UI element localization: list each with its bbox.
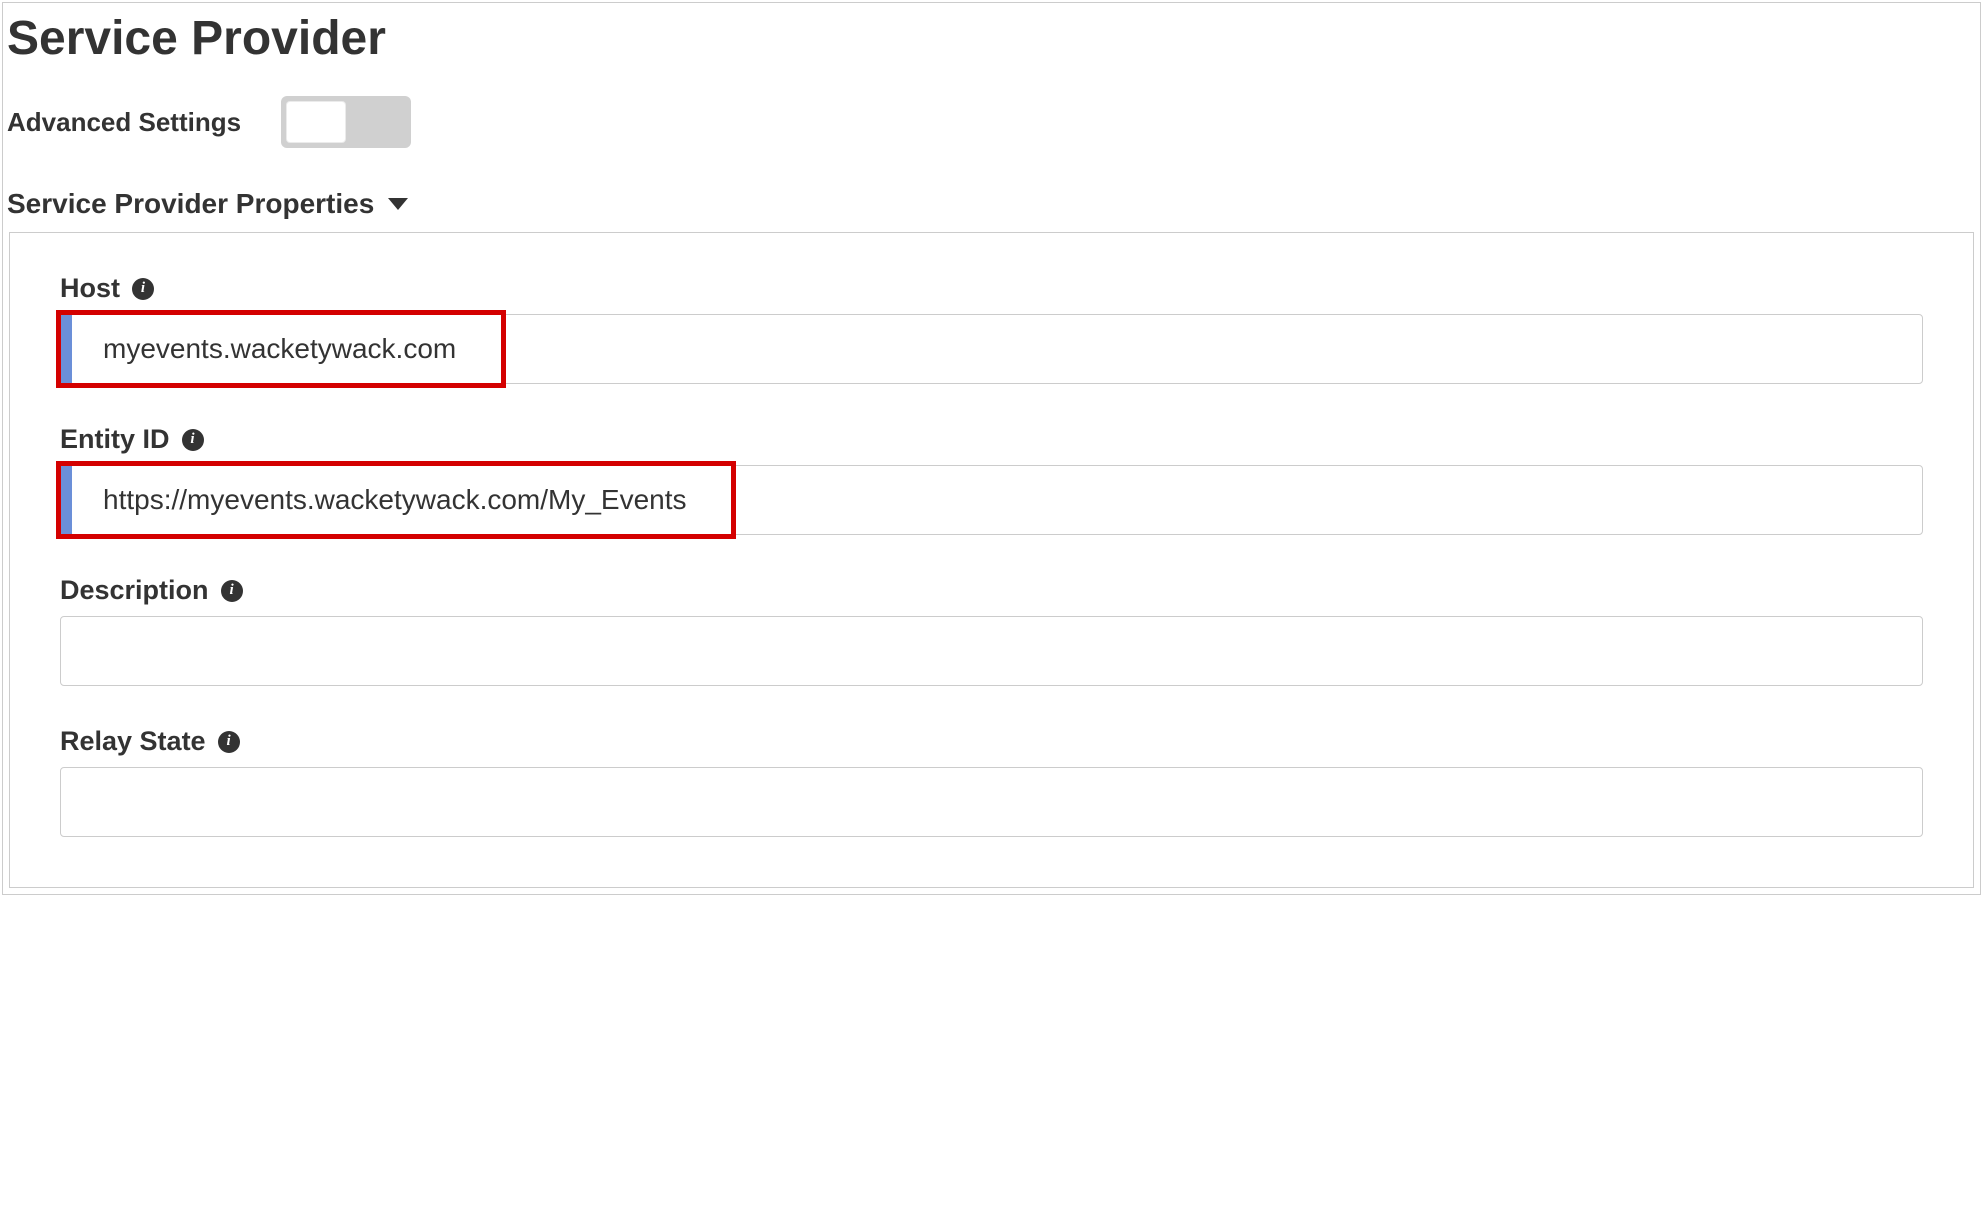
description-input[interactable] — [60, 616, 1923, 686]
host-input-wrap — [60, 314, 1923, 384]
description-field-group: Description i — [60, 575, 1923, 686]
entity-id-input-wrap — [60, 465, 1923, 535]
host-input[interactable] — [60, 314, 1923, 384]
entity-id-field-group: Entity ID i — [60, 424, 1923, 535]
properties-section-title: Service Provider Properties — [7, 188, 374, 220]
caret-down-icon — [388, 198, 408, 210]
input-accent — [60, 465, 72, 535]
description-input-wrap — [60, 616, 1923, 686]
info-icon[interactable]: i — [132, 278, 154, 300]
host-label-row: Host i — [60, 273, 1923, 304]
description-label-row: Description i — [60, 575, 1923, 606]
entity-id-input[interactable] — [60, 465, 1923, 535]
advanced-settings-row: Advanced Settings — [3, 96, 1980, 188]
relay-state-input[interactable] — [60, 767, 1923, 837]
input-accent — [60, 314, 72, 384]
toggle-knob — [286, 101, 346, 143]
entity-id-label: Entity ID — [60, 424, 170, 455]
relay-state-label-row: Relay State i — [60, 726, 1923, 757]
properties-panel: Host i Entity ID i Description — [9, 232, 1974, 888]
info-icon[interactable]: i — [218, 731, 240, 753]
info-icon[interactable]: i — [221, 580, 243, 602]
advanced-settings-toggle[interactable] — [281, 96, 411, 148]
service-provider-page: Service Provider Advanced Settings Servi… — [2, 2, 1981, 895]
relay-state-field-group: Relay State i — [60, 726, 1923, 837]
page-title: Service Provider — [3, 3, 1980, 96]
properties-section-header[interactable]: Service Provider Properties — [3, 188, 1980, 232]
entity-id-label-row: Entity ID i — [60, 424, 1923, 455]
host-field-group: Host i — [60, 273, 1923, 384]
host-label: Host — [60, 273, 120, 304]
description-label: Description — [60, 575, 209, 606]
relay-state-input-wrap — [60, 767, 1923, 837]
relay-state-label: Relay State — [60, 726, 206, 757]
info-icon[interactable]: i — [182, 429, 204, 451]
advanced-settings-label: Advanced Settings — [7, 107, 241, 138]
